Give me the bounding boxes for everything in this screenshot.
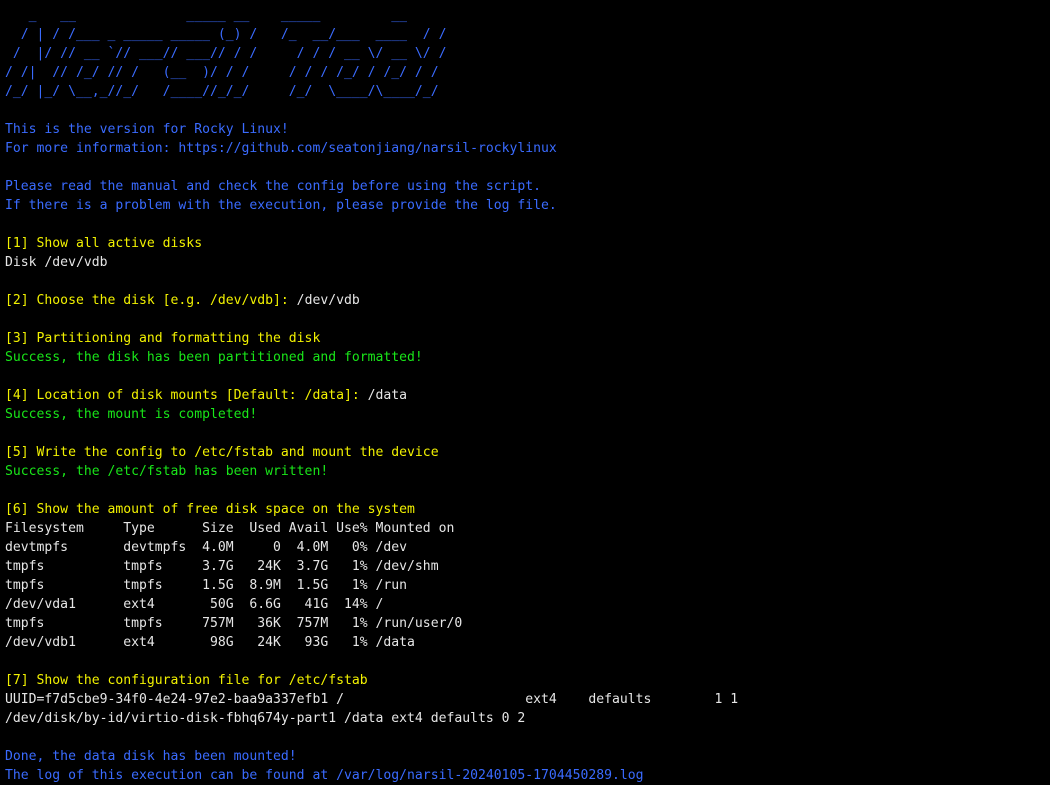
step4-prompt-line: [4] Location of disk mounts [Default: /d… bbox=[5, 386, 1050, 405]
terminal-window[interactable]: _ __ _____ __ _____ __ / | / /___ _ ____… bbox=[0, 0, 1050, 785]
step5-result: Success, the /etc/fstab has been written… bbox=[5, 464, 329, 479]
log-hint-line: If there is a problem with the execution… bbox=[5, 198, 557, 213]
fstab-line: /dev/disk/by-id/virtio-disk-fbhq674y-par… bbox=[5, 711, 526, 726]
df-table-row: tmpfs tmpfs 1.5G 8.9M 1.5G 1% /run bbox=[5, 578, 408, 593]
step2-prompt-line: [2] Choose the disk [e.g. /dev/vdb]: /de… bbox=[5, 291, 1050, 310]
df-table-row: tmpfs tmpfs 3.7G 24K 3.7G 1% /dev/shm bbox=[5, 559, 439, 574]
df-table-row: tmpfs tmpfs 757M 36K 757M 1% /run/user/0 bbox=[5, 616, 463, 631]
step2-input-value: /dev/vdb bbox=[288, 293, 360, 308]
version-line: This is the version for Rocky Linux! bbox=[5, 122, 289, 137]
step3-heading: [3] Partitioning and formatting the disk bbox=[5, 331, 321, 346]
step4-heading: [4] Location of disk mounts [Default: /d… bbox=[5, 388, 360, 403]
step4-input-value: /data bbox=[359, 388, 408, 403]
step5-heading: [5] Write the config to /etc/fstab and m… bbox=[5, 445, 439, 460]
step7-heading: [7] Show the configuration file for /etc… bbox=[5, 673, 368, 688]
df-table-row: /dev/vdb1 ext4 98G 24K 93G 1% /data bbox=[5, 635, 415, 650]
step6-heading: [6] Show the amount of free disk space o… bbox=[5, 502, 415, 517]
log-path-line: The log of this execution can be found a… bbox=[5, 768, 644, 783]
df-table-header: Filesystem Type Size Used Avail Use% Mou… bbox=[5, 521, 455, 536]
step1-output: Disk /dev/vdb bbox=[5, 255, 108, 270]
info-line: For more information: https://github.com… bbox=[5, 141, 557, 156]
done-line: Done, the data disk has been mounted! bbox=[5, 749, 297, 764]
step4-result: Success, the mount is completed! bbox=[5, 407, 258, 422]
manual-line: Please read the manual and check the con… bbox=[5, 179, 542, 194]
fstab-line: UUID=f7d5cbe9-34f0-4e24-97e2-baa9a337efb… bbox=[5, 692, 739, 707]
df-table-row: devtmpfs devtmpfs 4.0M 0 4.0M 0% /dev bbox=[5, 540, 408, 555]
step1-heading: [1] Show all active disks bbox=[5, 236, 203, 251]
ascii-banner-logo: _ __ _____ __ _____ __ / | / /___ _ ____… bbox=[5, 8, 447, 99]
step2-heading: [2] Choose the disk [e.g. /dev/vdb]: bbox=[5, 293, 289, 308]
step3-result: Success, the disk has been partitioned a… bbox=[5, 350, 423, 365]
df-table-row: /dev/vda1 ext4 50G 6.6G 41G 14% / bbox=[5, 597, 384, 612]
